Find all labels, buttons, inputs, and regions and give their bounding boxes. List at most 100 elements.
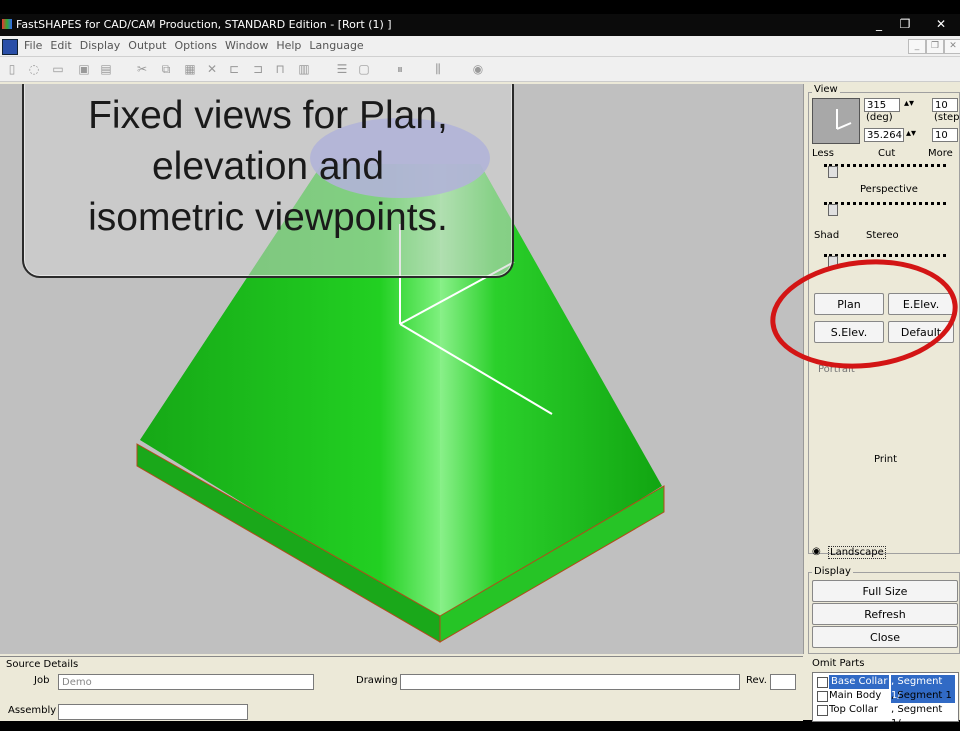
menu-bar: File Edit Display Output Options Window … (0, 36, 960, 57)
step2-input[interactable]: 10 (932, 128, 958, 142)
part-name: Main Body (829, 690, 882, 701)
job-field[interactable]: Demo (58, 674, 314, 690)
tool-icon-2[interactable]: ⊐ (250, 61, 266, 77)
portrait-option[interactable]: Portrait (818, 364, 855, 375)
delete-icon[interactable]: ✕ (204, 61, 220, 77)
app-icon (2, 19, 12, 29)
omit-parts-list[interactable]: Base Collar , Segment 1/ Main Body , Seg… (812, 672, 959, 729)
angle2-spinner-icon[interactable]: ▴▾ (906, 128, 916, 139)
omit-parts-label: Omit Parts (812, 658, 865, 669)
source-details-panel: Source Details Job Demo Drawing Rev. Ass… (0, 656, 803, 721)
angle1-unit: (deg) (866, 112, 893, 123)
checkbox[interactable] (817, 705, 828, 716)
print-label[interactable]: Print (874, 454, 897, 465)
south-elevation-button[interactable]: S.Elev. (814, 321, 884, 343)
list-icon[interactable]: ☰ (334, 61, 350, 77)
refresh-button[interactable]: Refresh (812, 603, 958, 625)
folder-icon[interactable]: ▭ (50, 61, 66, 77)
perspective-slider-thumb[interactable] (828, 204, 838, 216)
part-name: Base Collar (829, 675, 890, 689)
copy-icon[interactable]: ⧉ (158, 61, 174, 77)
cut-icon[interactable]: ✂ (134, 61, 150, 77)
close-icon[interactable]: ✕ (930, 16, 952, 32)
landscape-radio-icon[interactable]: ◉ (812, 546, 821, 557)
job-label: Job (34, 675, 50, 686)
mdi-restore-icon[interactable]: ❐ (926, 39, 944, 54)
drawing-field[interactable] (400, 674, 740, 690)
help-icon[interactable]: ◉ (470, 61, 486, 77)
angle2-input[interactable]: 35.264 (864, 128, 904, 142)
drawing-label: Drawing (356, 675, 398, 686)
maximize-icon[interactable]: ❐ (894, 16, 916, 32)
display-group-label: Display (812, 566, 853, 577)
plan-view-button[interactable]: Plan (814, 293, 884, 315)
cut-label: Cut (878, 148, 896, 159)
menu-language[interactable]: Language (309, 39, 371, 52)
perspective-slider[interactable] (824, 198, 946, 216)
document-icon[interactable] (2, 39, 18, 55)
angle1-spinner-icon[interactable]: ▴▾ (904, 98, 914, 109)
right-panel: View 315 ▴▾ (deg) 35.264 ▴▾ 10 (step) 10… (803, 84, 960, 654)
pause-icon[interactable]: ⏸ (392, 61, 408, 77)
menu-edit[interactable]: Edit (50, 39, 79, 52)
rev-field[interactable] (770, 674, 796, 690)
checkbox[interactable] (817, 677, 828, 688)
part-name: Top Collar (829, 704, 878, 715)
assembly-label: Assembly (8, 705, 57, 716)
minimize-icon[interactable]: _ (868, 16, 890, 32)
tool-icon-4[interactable]: ▥ (296, 61, 312, 77)
part-segment: , Segment 1/ (891, 704, 943, 729)
east-elevation-button[interactable]: E.Elev. (888, 293, 954, 315)
save-icon[interactable]: ▣ (76, 61, 92, 77)
menu-output[interactable]: Output (128, 39, 174, 52)
menu-options[interactable]: Options (175, 39, 225, 52)
close-button[interactable]: Close (812, 626, 958, 648)
full-size-button[interactable]: Full Size (812, 580, 958, 602)
list-item[interactable]: Base Collar , Segment 1/ (815, 675, 955, 703)
callout-line-2: elevation and (151, 145, 385, 188)
assembly-field[interactable] (58, 704, 248, 720)
landscape-option[interactable]: Landscape (828, 546, 886, 559)
list-item[interactable]: Top Collar , Segment 1/ (815, 703, 955, 729)
mdi-minimize-icon[interactable]: _ (908, 39, 926, 54)
cut-slider[interactable] (824, 160, 946, 178)
less-label: Less (812, 148, 834, 159)
angle1-input[interactable]: 315 (864, 98, 900, 112)
view-orientation-preview[interactable] (812, 98, 860, 144)
menu-window[interactable]: Window (225, 39, 276, 52)
toolbar: ▯ ◌ ▭ ▣ ▤ ✂ ⧉ ▦ ✕ ⊏ ⊐ ⊓ ▥ ☰ ▢ ⏸ ⫼ ◉ (0, 57, 960, 82)
print-icon[interactable]: ▤ (98, 61, 114, 77)
tool-icon-3[interactable]: ⊓ (272, 61, 288, 77)
menu-display[interactable]: Display (80, 39, 129, 52)
step1-input[interactable]: 10 (932, 98, 958, 112)
stereo-label: Stereo (866, 230, 899, 241)
checkbox[interactable] (817, 691, 828, 702)
menu-help[interactable]: Help (276, 39, 309, 52)
source-details-label: Source Details (6, 659, 79, 670)
part-segment: , Segment 1 (891, 690, 952, 701)
shade-label: Shad (814, 230, 840, 241)
stereo-slider-thumb[interactable] (828, 256, 838, 268)
new-file-icon[interactable]: ▯ (4, 61, 20, 77)
tutorial-callout: Fixed views for Plan, elevation and isom… (22, 84, 514, 278)
3d-viewport[interactable]: Fixed views for Plan, elevation and isom… (0, 84, 803, 654)
app-window: FastSHAPES for CAD/CAM Production, STAND… (0, 14, 960, 729)
stereo-slider[interactable] (824, 250, 946, 268)
window-title: FastSHAPES for CAD/CAM Production, STAND… (16, 18, 392, 31)
paste-icon[interactable]: ▦ (182, 61, 198, 77)
callout-line-3: isometric viewpoints. (88, 196, 448, 239)
title-bar: FastSHAPES for CAD/CAM Production, STAND… (0, 14, 960, 36)
list-item[interactable]: Main Body , Segment 1 (815, 689, 955, 703)
cut-slider-thumb[interactable] (828, 166, 838, 178)
more-label: More (928, 148, 953, 159)
view-group-label: View (812, 84, 840, 95)
callout-line-1: Fixed views for Plan, (88, 94, 448, 137)
menu-file[interactable]: File (24, 39, 50, 52)
tool-icon-1[interactable]: ⊏ (226, 61, 242, 77)
mdi-close-icon[interactable]: ✕ (944, 39, 960, 54)
window-icon[interactable]: ▢ (356, 61, 372, 77)
default-view-button[interactable]: Default (888, 321, 954, 343)
perspective-label: Perspective (860, 184, 918, 195)
column-icon[interactable]: ⫼ (430, 61, 446, 77)
open-icon[interactable]: ◌ (26, 61, 42, 77)
